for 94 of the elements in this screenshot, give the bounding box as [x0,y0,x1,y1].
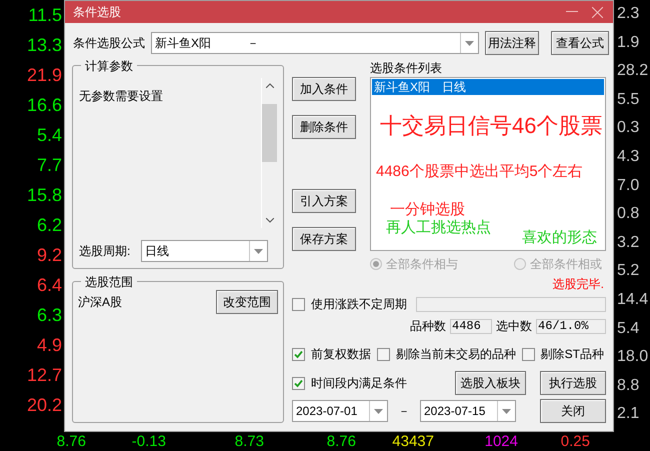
price-cell-text: 5.2 [617,261,640,282]
checkbox-label: 剔除当前未交易的品种 [396,346,516,362]
checkbox[interactable] [522,348,535,360]
dialog-button[interactable]: 保存方案 [292,227,356,251]
formula-combobox[interactable]: 新斗鱼X阳 － [151,32,479,54]
price-cell-text: 2.1 [617,404,640,424]
scroll-down-icon[interactable] [266,218,274,223]
dialog-button[interactable]: 引入方案 [292,189,356,213]
list-item[interactable]: 新斗鱼X阳 日线 [372,79,604,95]
price-cell-text: 5.4 [617,318,640,339]
price-cell-text: 0.3 [617,118,640,138]
minimize-icon[interactable] [566,11,578,13]
price-cell-text: 13.3 [26,34,62,57]
checkbox-label: 时间段内满足条件 [311,375,407,391]
scrollbar[interactable] [261,78,277,228]
dialog-button[interactable]: 关闭 [540,399,606,423]
dialog-button[interactable]: 用法注释 [485,31,539,55]
quote-cell-text: 1024 [484,432,518,451]
quote-cell-text: 8.73 [234,432,264,451]
dropdown-arrow-icon [374,408,383,414]
scope-value: 沪深A股 [78,294,122,310]
period-combobox[interactable]: 日线 [141,240,268,262]
dropdown-arrow-icon [502,408,511,414]
dialog-button[interactable]: 执行选股 [540,371,606,395]
price-cell-text: 8.8 [617,376,640,396]
params-text: 无参数需要设置 [79,88,164,105]
price-cell-text: 14.4 [617,290,650,310]
price-cell-text: 12.7 [26,364,62,387]
end-date-picker[interactable]: 2023-07-15 [420,400,516,422]
price-cell-text: 4.9 [36,334,62,357]
date-separator: － [397,403,411,419]
quote-cell-text: 0.25 [560,432,590,451]
price-cell-text: 11.5 [28,4,62,27]
checkbox-label: 前复权数据 [311,346,371,362]
dialog-button[interactable]: 选股入板块 [455,371,526,395]
promo-text: 喜欢的形态 [521,229,597,247]
radio-label: 全部条件相或 [530,256,602,272]
scroll-up-icon[interactable] [266,83,274,88]
price-cell-text: 9.2 [36,244,62,267]
field-label: 选股周期: [79,243,132,259]
group-title: 选股范围 [81,274,137,290]
price-cell-text: 4.3 [617,146,640,167]
quote-cell-text: 43437 [391,432,434,451]
checkbox[interactable] [292,348,305,360]
dialog-button[interactable]: 查看公式 [551,31,609,55]
scroll-thumb[interactable] [262,104,277,162]
dialog-button[interactable]: 改变范围 [216,290,278,314]
count-field: 46/1.0% [536,318,606,334]
price-cell-text: 6.2 [36,214,62,237]
dialog-button[interactable]: 加入条件 [292,77,356,101]
price-cell-text: 6.3 [36,304,62,327]
checkbox[interactable] [292,376,305,390]
checkbox-label: 剔除ST品种 [540,346,604,362]
price-cell-text: 15.8 [26,184,62,207]
price-cell-text: 7.0 [617,176,640,196]
price-cell-text: 20.2 [26,394,62,417]
check-icon [294,350,303,358]
price-cell-text: 18.0 [617,347,650,368]
price-cell-text: 28.2 [617,61,650,82]
price-cell-text: 21.9 [26,64,62,87]
field-label: 条件选股公式 [73,35,145,51]
start-date-picker[interactable]: 2023-07-01 [292,400,388,422]
list-title: 选股条件列表 [370,60,443,77]
price-cell-text: 3.2 [617,232,640,253]
close-icon[interactable] [592,6,603,18]
promo-text: 一分钟选股 [389,200,465,219]
count-label: 选中数 [496,318,532,334]
promo-text: 十交易日信号46个股票 [379,112,602,140]
price-cell-text: 7.7 [36,154,62,177]
price-cell-text: 1.9 [617,32,640,53]
dialog-button[interactable]: 删除条件 [292,115,356,139]
price-cell-text: 0.8 [617,204,640,224]
radio-label: 全部条件相与 [386,256,458,272]
checkbox-label: 使用涨跌不定周期 [311,296,407,312]
check-icon [294,378,303,388]
dropdown-arrow-icon [254,248,263,254]
count-label: 品种数 [410,318,446,334]
quote-cell-text: 8.76 [326,432,356,451]
price-cell-text: 5.4 [36,124,62,147]
price-cell-text: 16.6 [26,94,62,117]
checkbox[interactable] [292,298,305,310]
price-cell-text: 5.5 [617,90,640,110]
status-text: 选股完毕. [552,276,604,292]
dropdown-arrow-icon [465,40,474,46]
quote-cell-text: 8.76 [56,432,86,451]
quote-cell-text: -0.13 [130,432,166,451]
price-cell-text: 6.4 [36,274,62,297]
price-cell-text: 2.3 [617,4,640,24]
count-field: 4486 [450,318,492,334]
group-title: 计算参数 [81,58,137,74]
promo-text: 4486个股票中选出平均5个左右 [375,162,583,181]
promo-text: 再人工挑选热点 [385,219,491,237]
window-title: 条件选股 [73,4,122,20]
checkbox[interactable] [376,348,390,360]
